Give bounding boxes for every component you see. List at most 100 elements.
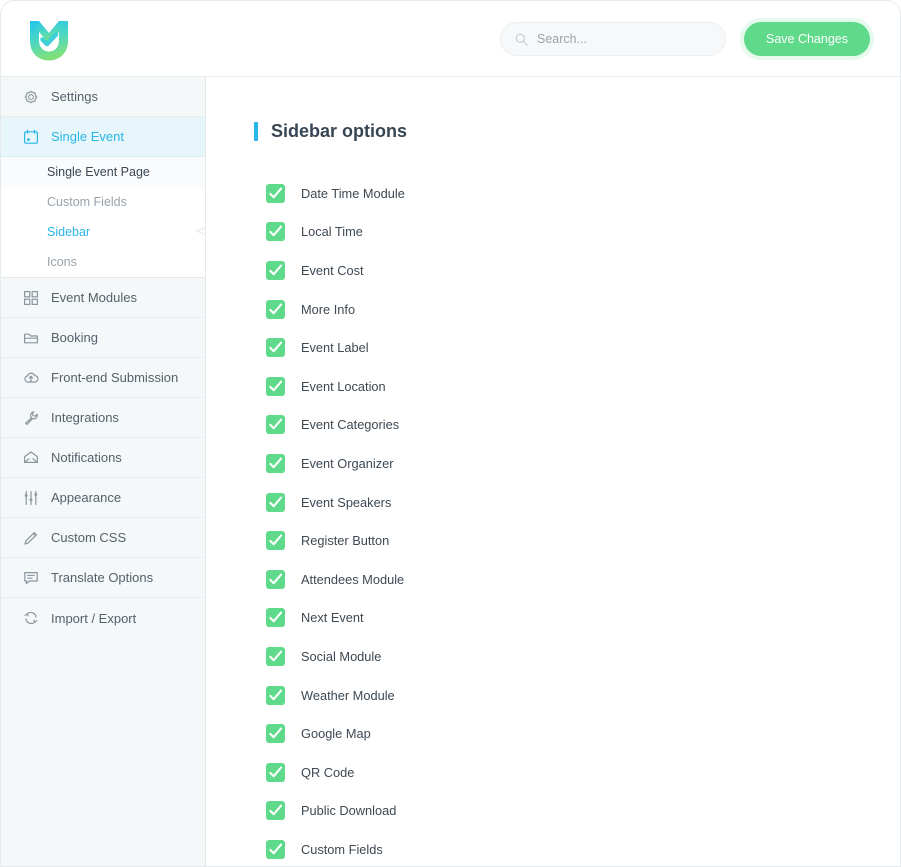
sidebar-item-label: Import / Export [51, 610, 137, 626]
checkbox-checked-icon[interactable] [266, 724, 285, 744]
option-label: Event Label [301, 340, 369, 356]
checkbox-checked-icon[interactable] [266, 569, 285, 589]
sidebar-item-import-export[interactable]: Import / Export [1, 598, 205, 638]
checkbox-checked-icon[interactable] [266, 183, 285, 203]
option-row[interactable]: Event Location [254, 367, 900, 406]
title-accent-bar [254, 122, 258, 141]
option-row[interactable]: Attendees Module [254, 560, 900, 599]
search-icon [515, 33, 528, 46]
option-row[interactable]: Event Label [254, 328, 900, 367]
save-changes-button[interactable]: Save Changes [743, 22, 870, 56]
checkbox-checked-icon[interactable] [266, 801, 285, 821]
subitem-label: Custom Fields [47, 195, 127, 209]
gear-icon [24, 89, 38, 104]
option-label: Event Categories [301, 417, 400, 433]
page-title: Sidebar options [254, 121, 900, 142]
checkbox-checked-icon[interactable] [266, 492, 285, 512]
checkbox-checked-icon[interactable] [266, 222, 285, 242]
sidebar-item-label: Booking [51, 330, 98, 345]
option-row[interactable]: QR Code [254, 753, 900, 792]
option-label: Custom Fields [301, 841, 383, 857]
option-row[interactable]: More Info [254, 290, 900, 329]
calendar-icon [24, 129, 39, 144]
checkbox-checked-icon[interactable] [266, 685, 285, 705]
option-label: Local Time [301, 224, 363, 240]
app-header: Save Changes [1, 1, 900, 77]
sidebar-subitem-sidebar[interactable]: Sidebar [1, 217, 205, 247]
sidebar-item-label: Notifications [51, 450, 122, 465]
checkbox-checked-icon[interactable] [266, 338, 285, 358]
option-label: Public Download [301, 803, 397, 819]
sidebar-item-booking[interactable]: Booking [1, 318, 205, 358]
sidebar-item-label: Custom CSS [51, 530, 127, 545]
option-row[interactable]: Next Event [254, 599, 900, 638]
header-actions: Save Changes [499, 1, 870, 77]
checkbox-checked-icon[interactable] [266, 608, 285, 628]
checkbox-checked-icon[interactable] [266, 260, 285, 280]
option-label: Register Button [301, 533, 390, 549]
option-label: Event Organizer [301, 455, 394, 471]
shield-check-logo [30, 20, 68, 60]
sidebar-item-custom-css[interactable]: Custom CSS [1, 518, 205, 558]
checkbox-checked-icon[interactable] [266, 376, 285, 396]
checkbox-checked-icon[interactable] [266, 531, 285, 551]
option-row[interactable]: Local Time [254, 213, 900, 252]
option-label: Event Location [301, 378, 386, 394]
option-row[interactable]: Event Organizer [254, 444, 900, 483]
sidebar-nav: Settings Single Event Single Event Page … [1, 77, 206, 866]
sidebar-item-label: Single Event [51, 129, 124, 144]
sidebar-item-label: Translate Options [51, 570, 154, 585]
option-label: Date Time Module [301, 185, 405, 201]
sidebar-subnav: Single Event Page Custom Fields Sidebar … [1, 157, 206, 278]
grid-icon [24, 290, 38, 305]
folder-icon [24, 333, 38, 343]
search-input[interactable] [536, 32, 711, 46]
search-box[interactable] [499, 22, 726, 56]
body: Settings Single Event Single Event Page … [1, 77, 900, 866]
sidebar-item-label: Event Modules [51, 290, 137, 305]
sidebar-item-integrations[interactable]: Integrations [1, 398, 205, 438]
checkbox-checked-icon[interactable] [266, 415, 285, 435]
sidebar-item-translate-options[interactable]: Translate Options [1, 558, 205, 598]
sidebar-subitem-single-event-page[interactable]: Single Event Page [1, 157, 205, 187]
sidebar-item-appearance[interactable]: Appearance [1, 478, 205, 518]
option-row[interactable]: Google Map [254, 714, 900, 753]
sidebar-options-list: Date Time Module Local Time Event Cost More… [254, 174, 900, 866]
sidebar-item-single-event[interactable]: Single Event [1, 117, 205, 157]
option-row[interactable]: Public Download [254, 792, 900, 831]
sidebar-item-notifications[interactable]: Notifications [1, 438, 205, 478]
sliders-icon [24, 490, 38, 505]
app-window: Save Changes Settings [0, 0, 901, 867]
subitem-label: Single Event Page [47, 165, 150, 179]
option-row[interactable]: Event Cost [254, 251, 900, 290]
option-label: Event Cost [301, 262, 364, 278]
option-label: Weather Module [301, 687, 395, 703]
sidebar-item-label: Settings [51, 89, 98, 104]
option-label: Event Speakers [301, 494, 392, 510]
option-row[interactable]: Event Speakers [254, 483, 900, 522]
sidebar-item-event-modules[interactable]: Event Modules [1, 278, 205, 318]
checkbox-checked-icon[interactable] [266, 646, 285, 666]
checkbox-checked-icon[interactable] [266, 453, 285, 473]
subitem-label: Sidebar [47, 225, 91, 239]
option-row[interactable]: Date Time Module [254, 174, 900, 213]
option-row[interactable]: Custom Fields [254, 830, 900, 866]
option-row[interactable]: Event Categories [254, 406, 900, 445]
option-label: Social Module [301, 648, 382, 664]
option-label: Attendees Module [301, 571, 405, 587]
checkbox-checked-icon[interactable] [266, 839, 285, 859]
comment-icon [24, 571, 38, 584]
sidebar-item-settings[interactable]: Settings [1, 77, 205, 117]
sidebar-item-label: Front-end Submission [51, 370, 179, 385]
sidebar-item-front-end-submission[interactable]: Front-end Submission [1, 358, 205, 398]
checkbox-checked-icon[interactable] [266, 299, 285, 319]
option-row[interactable]: Social Module [254, 637, 900, 676]
option-row[interactable]: Weather Module [254, 676, 900, 715]
option-row[interactable]: Register Button [254, 521, 900, 560]
sidebar-subitem-icons[interactable]: Icons [1, 247, 205, 277]
sidebar-subitem-custom-fields[interactable]: Custom Fields [1, 187, 205, 217]
checkbox-checked-icon[interactable] [266, 762, 285, 782]
option-label: More Info [301, 301, 356, 317]
logo-container[interactable] [1, 14, 97, 64]
option-label: QR Code [301, 764, 355, 780]
